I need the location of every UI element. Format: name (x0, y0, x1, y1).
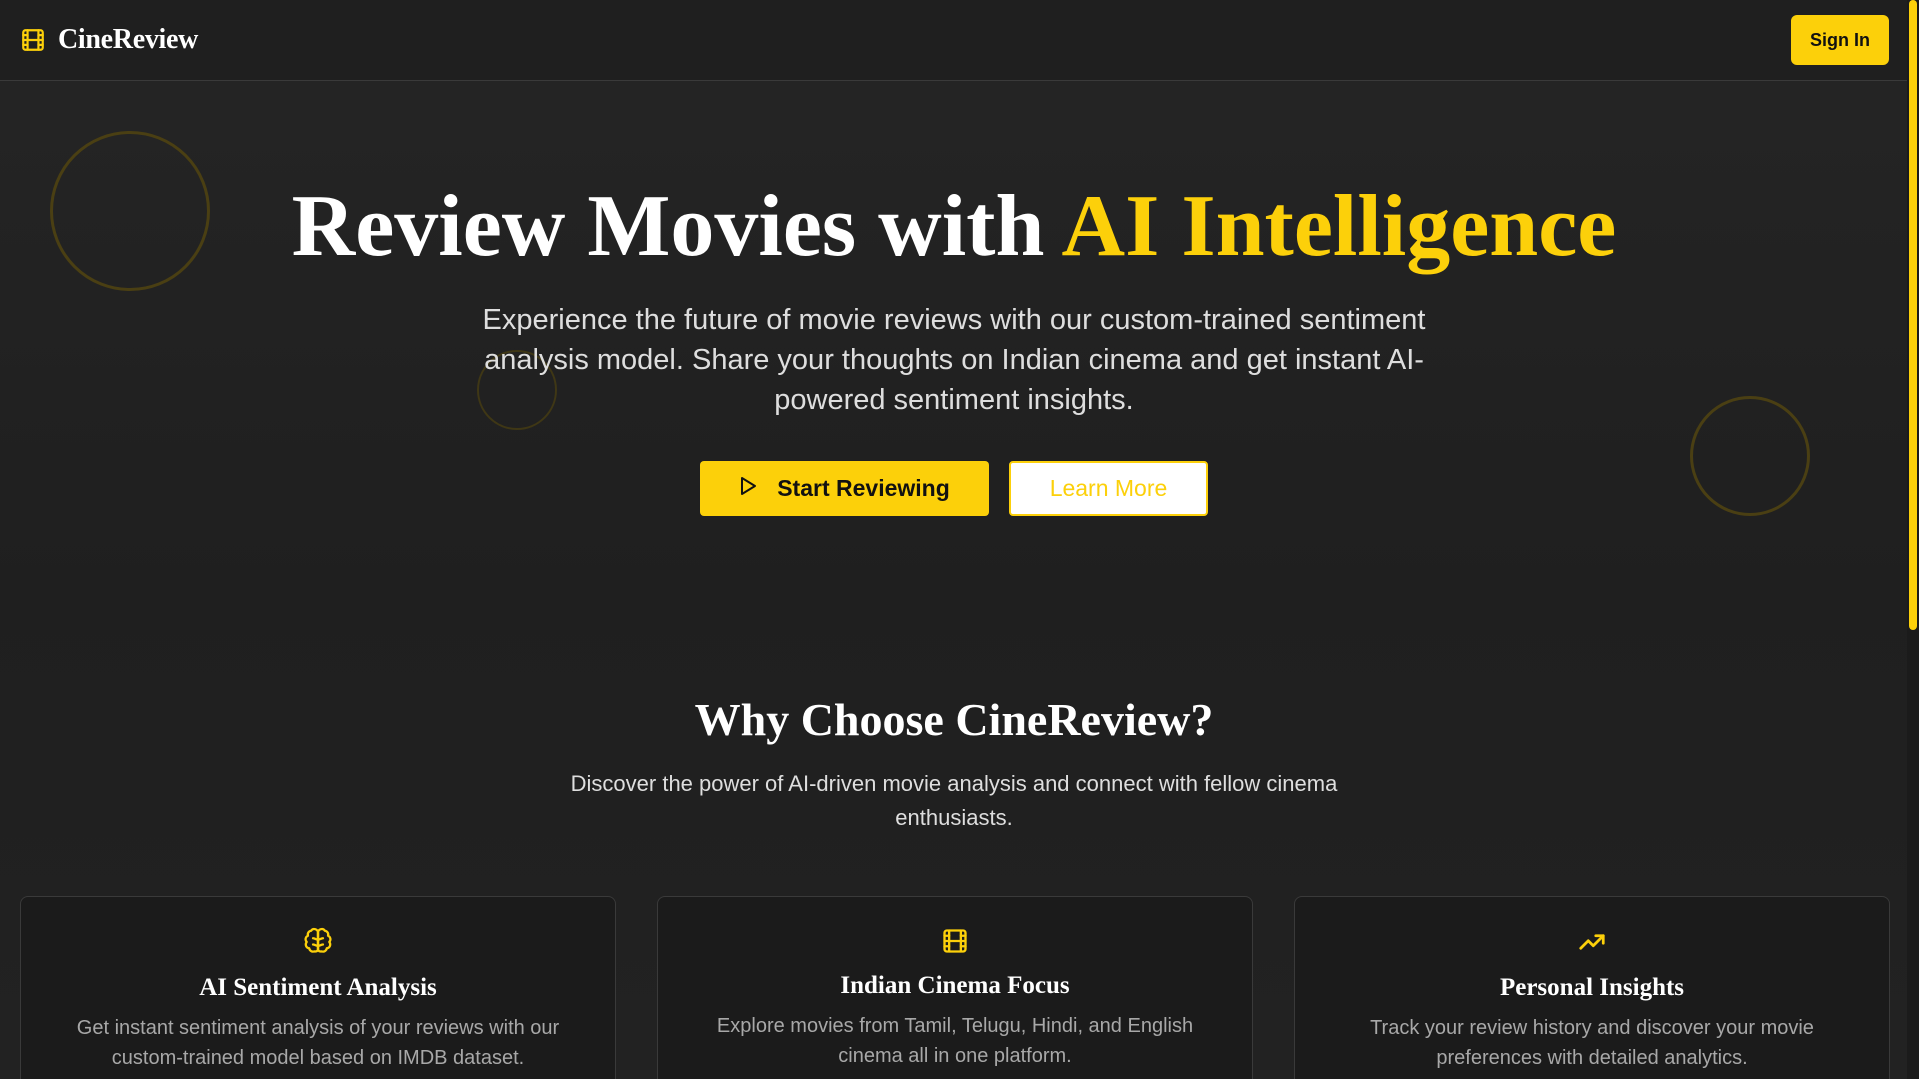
feature-description: Track your review history and discover y… (1370, 1017, 1814, 1069)
feature-cards: AI Sentiment Analysis Get instant sentim… (20, 896, 1890, 1079)
hero-subtitle: Experience the future of movie reviews w… (482, 304, 1426, 416)
hero-actions: Start Reviewing Learn More (0, 461, 1908, 516)
feature-description: Explore movies from Tamil, Telugu, Hindi… (716, 1015, 1194, 1067)
section-subtitle: Discover the power of AI-driven movie an… (570, 771, 1338, 830)
feature-card: Personal Insights Track your review hist… (1294, 896, 1890, 1079)
learn-more-button[interactable]: Learn More (1009, 461, 1208, 516)
section-title: Why Choose CineReview? (694, 694, 1214, 745)
landing-page: CineReview Sign In Review Movies with AI… (0, 0, 1919, 1079)
feature-card: Indian Cinema Focus Explore movies from … (657, 896, 1253, 1079)
feature-title: AI Sentiment Analysis (199, 974, 437, 1001)
feature-description: Get instant sentiment analysis of your r… (76, 1017, 560, 1069)
feature-title: Personal Insights (1499, 974, 1685, 1001)
brain-icon (303, 927, 333, 957)
scrollbar-track[interactable] (1907, 0, 1919, 1079)
hero-title-main: Review Movies with (291, 178, 1062, 275)
navbar: CineReview Sign In (0, 0, 1919, 81)
start-reviewing-button[interactable]: Start Reviewing (700, 461, 989, 516)
brand-logo[interactable]: CineReview (20, 24, 198, 56)
hero-title: Review Movies with AI Intelligence (0, 172, 1908, 282)
film-icon (941, 927, 969, 955)
brand-name: CineReview (58, 24, 199, 55)
scrollbar-thumb[interactable] (1909, 0, 1917, 630)
sign-in-button[interactable]: Sign In (1791, 15, 1889, 65)
film-icon (20, 27, 46, 53)
play-icon (739, 475, 757, 502)
trending-up-icon (1577, 927, 1607, 957)
start-reviewing-label: Start Reviewing (777, 475, 950, 501)
feature-title: Indian Cinema Focus (840, 972, 1070, 999)
hero-title-accent: AI Intelligence (1061, 178, 1617, 275)
feature-card: AI Sentiment Analysis Get instant sentim… (20, 896, 616, 1079)
